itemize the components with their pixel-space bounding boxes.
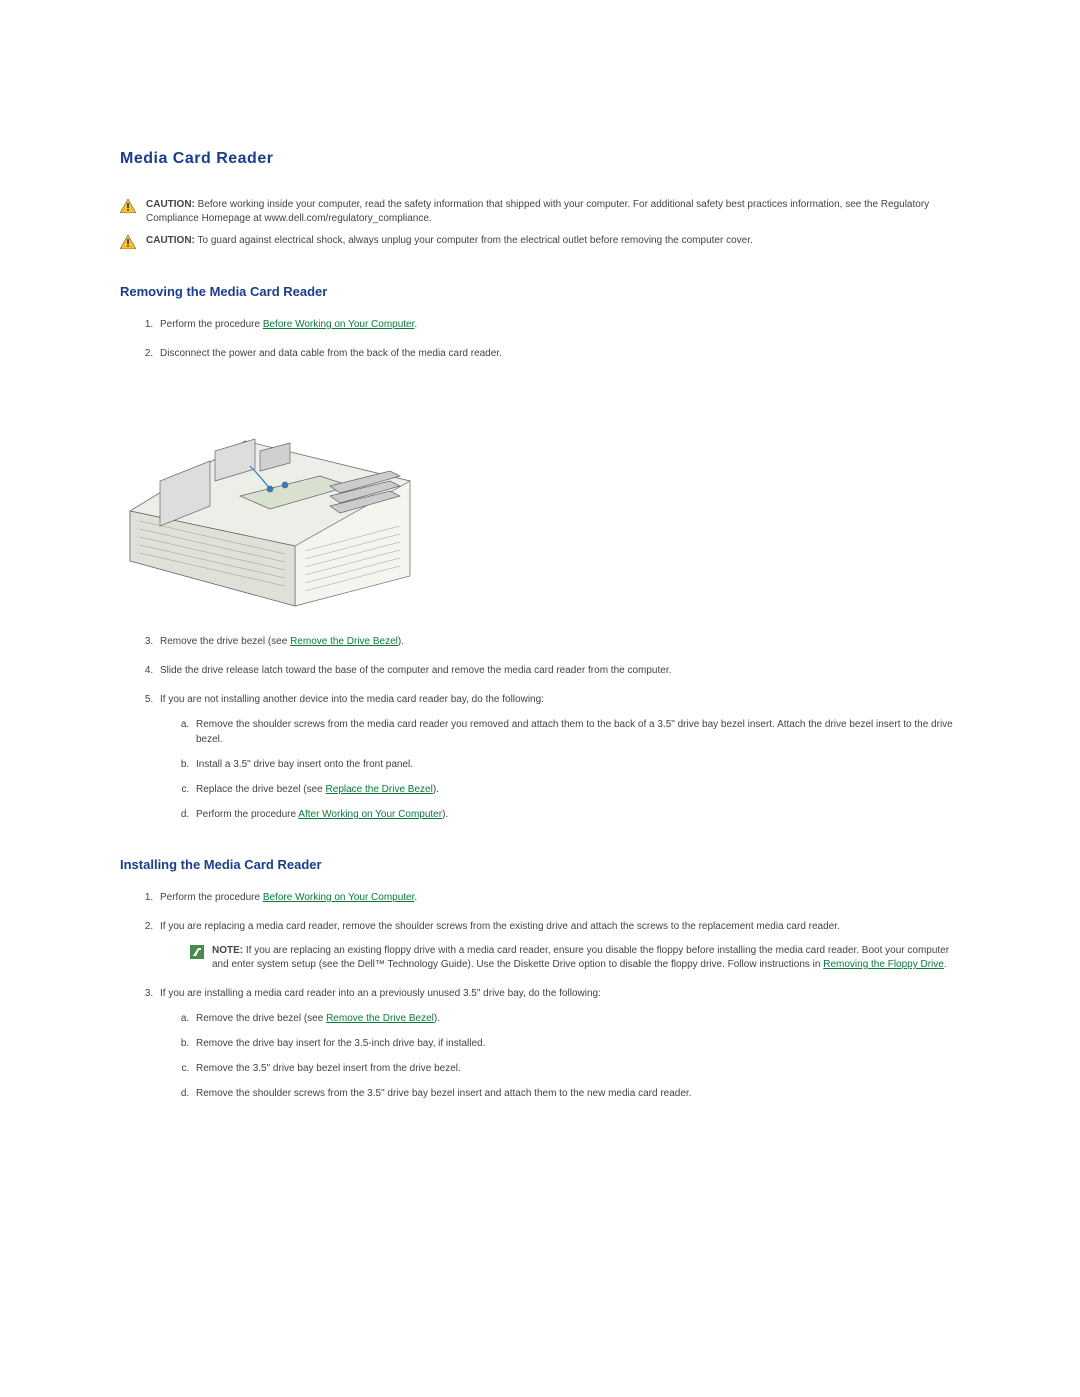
caution-body: Before working inside your computer, rea… (146, 199, 929, 224)
step-1: Perform the procedure Before Working on … (156, 317, 960, 332)
link-after-working[interactable]: After Working on Your Computer (298, 809, 442, 820)
step-text: If you are installing a media card reade… (160, 988, 601, 999)
link-remove-bezel[interactable]: Remove the Drive Bezel (290, 636, 398, 647)
document-page: Media Card Reader CAUTION: Before workin… (0, 0, 1080, 1215)
step-2: If you are replacing a media card reader… (156, 919, 960, 972)
installing-steps: Perform the procedure Before Working on … (120, 890, 960, 1101)
step-5b: Install a 3.5" drive bay insert onto the… (192, 757, 960, 772)
link-before-working[interactable]: Before Working on Your Computer (263, 892, 415, 903)
note-body: . (944, 959, 947, 970)
step-3b: Remove the drive bay insert for the 3.5-… (192, 1036, 960, 1051)
step-5a: Remove the shoulder screws from the medi… (192, 717, 960, 747)
section-removing: Removing the Media Card Reader (120, 284, 960, 299)
caution-label: CAUTION: (146, 235, 195, 246)
section-installing: Installing the Media Card Reader (120, 857, 960, 872)
step-text: ). (433, 784, 439, 795)
link-removing-floppy[interactable]: Removing the Floppy Drive (823, 959, 944, 970)
step-text: ). (398, 636, 404, 647)
step-text: ). (442, 809, 448, 820)
step-1: Perform the procedure Before Working on … (156, 890, 960, 905)
caution-icon (120, 199, 136, 213)
caution-box-2: CAUTION: To guard against electrical sho… (120, 234, 960, 249)
caution-label: CAUTION: (146, 199, 195, 210)
note-icon (190, 945, 204, 959)
note-box: NOTE: If you are replacing an existing f… (190, 944, 960, 972)
step-5-sub: Remove the shoulder screws from the medi… (160, 717, 960, 822)
step-text: . (414, 892, 417, 903)
step-text: Perform the procedure (160, 892, 263, 903)
computer-diagram (120, 381, 960, 614)
step-3-sub: Remove the drive bezel (see Remove the D… (160, 1011, 960, 1101)
removing-steps: Perform the procedure Before Working on … (120, 317, 960, 361)
caution-box-1: CAUTION: Before working inside your comp… (120, 198, 960, 226)
step-5c: Replace the drive bezel (see Replace the… (192, 782, 960, 797)
step-text: If you are not installing another device… (160, 694, 544, 705)
link-remove-bezel[interactable]: Remove the Drive Bezel (326, 1013, 434, 1024)
caution-body: To guard against electrical shock, alway… (195, 235, 753, 246)
step-text: If you are replacing a media card reader… (160, 921, 840, 932)
step-3: Remove the drive bezel (see Remove the D… (156, 634, 960, 649)
step-5: If you are not installing another device… (156, 692, 960, 822)
step-text: Perform the procedure (196, 809, 298, 820)
step-5d: Perform the procedure After Working on Y… (192, 807, 960, 822)
caution-text-1: CAUTION: Before working inside your comp… (146, 198, 960, 226)
link-replace-bezel[interactable]: Replace the Drive Bezel (326, 784, 433, 795)
step-2: Disconnect the power and data cable from… (156, 346, 960, 361)
caution-text-2: CAUTION: To guard against electrical sho… (146, 234, 753, 248)
step-3c: Remove the 3.5" drive bay bezel insert f… (192, 1061, 960, 1076)
step-text: Perform the procedure (160, 319, 263, 330)
step-3: If you are installing a media card reade… (156, 986, 960, 1101)
step-3a: Remove the drive bezel (see Remove the D… (192, 1011, 960, 1026)
step-text: . (414, 319, 417, 330)
step-text: Replace the drive bezel (see (196, 784, 326, 795)
caution-icon (120, 235, 136, 249)
step-text: Remove the drive bezel (see (196, 1013, 326, 1024)
step-text: Remove the drive bezel (see (160, 636, 290, 647)
step-text: ). (434, 1013, 440, 1024)
note-text: NOTE: If you are replacing an existing f… (212, 944, 960, 972)
note-label: NOTE: (212, 945, 243, 956)
link-before-working[interactable]: Before Working on Your Computer (263, 319, 415, 330)
step-3d: Remove the shoulder screws from the 3.5"… (192, 1086, 960, 1101)
page-title: Media Card Reader (120, 150, 960, 168)
step-4: Slide the drive release latch toward the… (156, 663, 960, 678)
removing-steps-cont: Remove the drive bezel (see Remove the D… (120, 634, 960, 822)
